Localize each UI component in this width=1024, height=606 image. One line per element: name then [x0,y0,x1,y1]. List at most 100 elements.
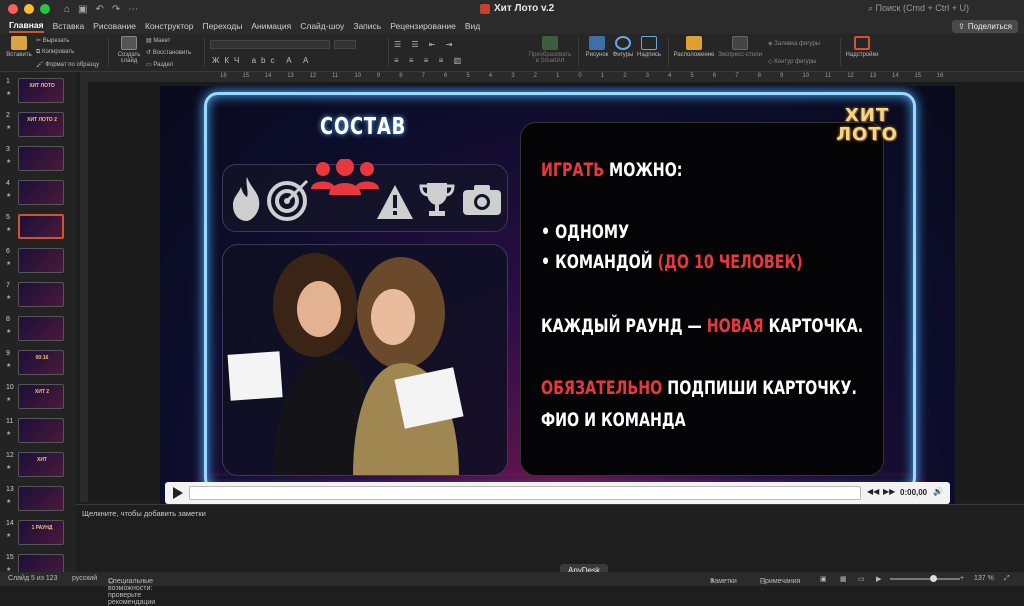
font-size-select[interactable] [334,40,356,49]
section-button[interactable]: ▭ Раздел [146,61,173,68]
ruler-label: 8 [399,73,403,79]
reset-button[interactable]: ↺ Восстановить [146,49,191,56]
paste-button[interactable]: Вставить [2,34,36,58]
slide-thumbnail-12[interactable]: ХИТ [18,452,64,477]
shape-fill-button[interactable]: ◈ Заливка фигуры [768,40,820,47]
ruler-label: 6 [712,73,717,79]
line-name-team: ФИО И КОМАНДА [541,409,686,431]
slide-thumbnail-13[interactable] [18,486,64,511]
slide-thumb-number: 4 [6,180,10,187]
slideshow-view-icon[interactable]: ▶ [876,575,881,583]
slide[interactable]: СОСТАВ ИГРАТЬ МОЖНО: • ОДНОМУ • КОМАНДОЙ… [160,86,955,506]
slide-thumbnail-10[interactable]: ХИТ 2 [18,384,64,409]
align-buttons[interactable]: ≡ ≡ ≡ ≡ ▥ [394,56,465,65]
shape-outline-button[interactable]: ◇ Контур фигуры [768,58,816,65]
card-word: КАРТОЧКА. [763,315,864,337]
media-player: ◀◀ ▶▶ 0:00,00 🔊 [165,482,950,504]
normal-view-icon[interactable]: ▣ [820,575,827,583]
language-indicator[interactable]: русский [72,575,97,582]
quick-styles-button[interactable]: Экспресс-стили [718,34,762,58]
photo-panel[interactable] [222,244,508,476]
tab-review[interactable]: Рецензирование [390,21,456,31]
zoom-level: 137 % [974,575,994,582]
font-format-buttons[interactable]: ЖКЧ abc A A [212,56,313,65]
two-women-photo [227,253,464,475]
volume-icon[interactable]: 🔊 [933,487,943,496]
tab-record[interactable]: Запись [353,21,381,31]
ruler-label: 11 [332,73,339,79]
slide-thumbnail-5[interactable] [18,214,64,239]
each-round-text: КАЖДЫЙ РАУНД — [541,315,707,337]
cut-button[interactable]: ✂ Вырезать [36,37,69,44]
list-buttons[interactable]: ☰ ☰ ⇤ ⇥ [394,40,456,49]
icon-bar[interactable] [222,159,508,232]
layout-button[interactable]: ▤ Макет [146,37,170,44]
slide-counter: Слайд 5 из 123 [8,575,58,582]
ruler-label: 13 [287,73,294,79]
mandatory-word: ОБЯЗАТЕЛЬНО [541,377,663,399]
font-name-select[interactable] [210,40,330,49]
slide-thumbnail-2[interactable]: ХИТ ЛОТО 2 [18,112,64,137]
reading-view-icon[interactable]: ▭ [858,575,865,583]
notes-pane[interactable]: Щелкните, чтобы добавить заметки [76,504,1024,572]
thumbnail-title: 1 РАУНД [31,525,53,531]
search-field[interactable]: ⌕ Поиск (Cmd + Ctrl + U) [868,3,969,14]
convert-smartart-button[interactable]: Преобразовать в SmartArt [528,34,572,64]
smartart-label-2: в SmartArt [535,58,565,64]
slide-thumbnail-11[interactable] [18,418,64,443]
ruler-label: 6 [444,73,448,79]
minimize-window-button[interactable] [24,4,34,14]
new-word: НОВАЯ [706,315,764,337]
more-icon[interactable]: ⋯ [128,4,138,15]
home-icon[interactable]: ⌂ [64,4,70,15]
close-window-button[interactable] [8,4,18,14]
tab-draw[interactable]: Рисование [93,21,136,31]
textbox-button[interactable]: Надпись [632,34,666,58]
format-painter-button[interactable]: 🖌 Формат по образцу [36,61,99,68]
play-icon[interactable] [173,487,183,499]
new-slide-button[interactable]: Создать слайд [112,34,146,64]
rewind-icon[interactable]: ◀◀ [867,487,879,496]
slide-thumbnail-3[interactable] [18,146,64,171]
undo-icon[interactable]: ↶ [96,4,104,15]
thumbnail-title [21,489,63,509]
tab-view[interactable]: Вид [465,21,480,31]
slide-thumbnail-9[interactable]: 00:16 [18,350,64,375]
fit-slide-icon[interactable]: ⤢ [1004,575,1010,583]
share-button[interactable]: ⇪ Поделиться [952,20,1018,33]
sorter-view-icon[interactable]: ▦ [840,575,847,583]
tab-insert[interactable]: Вставка [53,21,85,31]
sostav-heading[interactable]: СОСТАВ [320,114,406,140]
slide-thumbnail-8[interactable] [18,316,64,341]
tab-animations[interactable]: Анимация [251,21,291,31]
ruler-label: 16 [936,73,944,79]
slide-thumbnail-14[interactable]: 1 РАУНД [18,520,64,545]
textbox-icon [641,36,657,50]
zoom-in-icon[interactable]: + [960,575,964,582]
slide-star-icon: ★ [6,159,12,165]
slide-thumbnail-4[interactable] [18,180,64,205]
zoom-slider[interactable] [890,578,960,580]
tab-home[interactable]: Главная [9,20,44,33]
reset-icon: ↺ [146,50,153,56]
redo-icon[interactable]: ↷ [112,4,120,15]
slide-thumbnail-7[interactable] [18,282,64,307]
new-slide-label-2: слайд [120,58,138,64]
tab-transitions[interactable]: Переходы [202,21,242,31]
addins-button[interactable]: Надстройки [844,34,880,58]
tab-slideshow[interactable]: Слайд-шоу [300,21,344,31]
ruler-label: 7 [421,73,425,79]
arrange-button[interactable]: Расположение [672,34,716,58]
copy-button[interactable]: ⧉ Копировать [36,49,74,56]
tab-design[interactable]: Конструктор [145,21,193,31]
save-icon[interactable]: ▣ [78,4,87,15]
slide-thumbnail-6[interactable] [18,248,64,273]
rules-text-panel[interactable]: ИГРАТЬ МОЖНО: • ОДНОМУ • КОМАНДОЙ (ДО 10… [520,122,884,476]
zoom-slider-knob[interactable] [930,575,937,582]
ruler-label: 2 [533,73,537,79]
forward-icon[interactable]: ▶▶ [883,487,895,496]
zoom-window-button[interactable] [40,4,50,14]
media-progress-track[interactable] [189,486,861,500]
slide-thumb-number: 13 [6,486,14,493]
slide-thumbnail-1[interactable]: ХИТ ЛОТО [18,78,64,103]
